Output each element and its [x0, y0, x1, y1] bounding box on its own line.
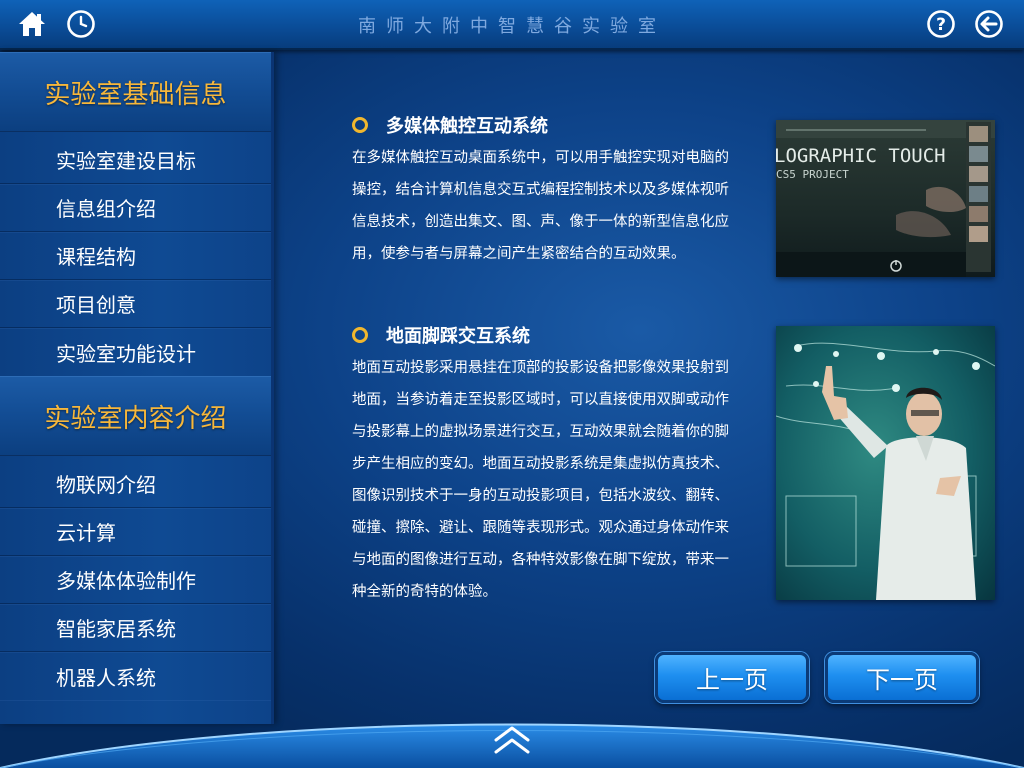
- sidebar-item-course-structure[interactable]: 课程结构: [0, 232, 271, 280]
- back-arrow-icon: [975, 10, 1003, 38]
- sidebar-item-project-idea[interactable]: 项目创意: [0, 280, 271, 328]
- section-body: 地面互动投影采用悬挂在顶部的投影设备把影像效果投射到地面，当参访着走至投影区域时…: [352, 360, 729, 600]
- sidebar-item-build-goal[interactable]: 实验室建设目标: [0, 136, 271, 184]
- section-title-text: 多媒体触控互动系统: [386, 116, 548, 137]
- section-body: 在多媒体触控互动桌面系统中，可以用手触控实现对电脑的操控，结合计算机信息交互式编…: [352, 150, 729, 262]
- image-caption-sub: CS5 PROJECT: [776, 168, 849, 181]
- holographic-touch-image: LOGRAPHIC TOUCH CS5 PROJECT: [776, 120, 995, 277]
- prev-page-button[interactable]: 上一页: [655, 652, 809, 703]
- expand-up-button[interactable]: [490, 722, 534, 758]
- help-button[interactable]: ?: [925, 8, 957, 40]
- sidebar-item-robot[interactable]: 机器人系统: [0, 652, 271, 700]
- sidebar: 实验室基础信息 实验室建设目标 信息组介绍 课程结构 项目创意 实验室功能设计 …: [0, 52, 274, 724]
- sidebar-item-info-group[interactable]: 信息组介绍: [0, 184, 271, 232]
- sidebar-item-iot[interactable]: 物联网介绍: [0, 460, 271, 508]
- sidebar-list-content: 物联网介绍 云计算 多媒体体验制作 智能家居系统 机器人系统: [0, 456, 271, 700]
- section-title: 多媒体触控互动系统: [352, 110, 752, 140]
- section-multimedia-touch: 多媒体触控互动系统 在多媒体触控互动桌面系统中，可以用手触控实现对电脑的操控，结…: [352, 110, 752, 270]
- bullet-icon: [352, 117, 368, 133]
- back-button[interactable]: [973, 8, 1005, 40]
- section-floor-interaction: 地面脚踩交互系统 地面互动投影采用悬挂在顶部的投影设备把影像效果投射到地面，当参…: [352, 320, 752, 608]
- sidebar-group-title-content: 实验室内容介绍: [0, 376, 271, 456]
- app-title: 南师大附中智慧谷实验室: [358, 16, 666, 37]
- sidebar-item-multimedia[interactable]: 多媒体体验制作: [0, 556, 271, 604]
- chevron-up-icon: [494, 726, 530, 754]
- section-title: 地面脚踩交互系统: [352, 320, 752, 350]
- sidebar-group-title-basic: 实验室基础信息: [0, 52, 271, 132]
- bullet-icon: [352, 327, 368, 343]
- sidebar-item-cloud[interactable]: 云计算: [0, 508, 271, 556]
- top-bar: 南师大附中智慧谷实验室 ?: [0, 0, 1024, 50]
- help-icon: ?: [927, 10, 955, 38]
- next-page-button[interactable]: 下一页: [825, 652, 979, 703]
- sidebar-item-smart-home[interactable]: 智能家居系统: [0, 604, 271, 652]
- floor-interaction-image: [776, 326, 995, 600]
- sidebar-item-function-design[interactable]: 实验室功能设计: [0, 328, 271, 376]
- svg-text:?: ?: [936, 15, 946, 35]
- section-title-text: 地面脚踩交互系统: [386, 326, 530, 347]
- sidebar-list-basic: 实验室建设目标 信息组介绍 课程结构 项目创意 实验室功能设计: [0, 132, 271, 376]
- image-caption-main: LOGRAPHIC TOUCH: [776, 145, 946, 167]
